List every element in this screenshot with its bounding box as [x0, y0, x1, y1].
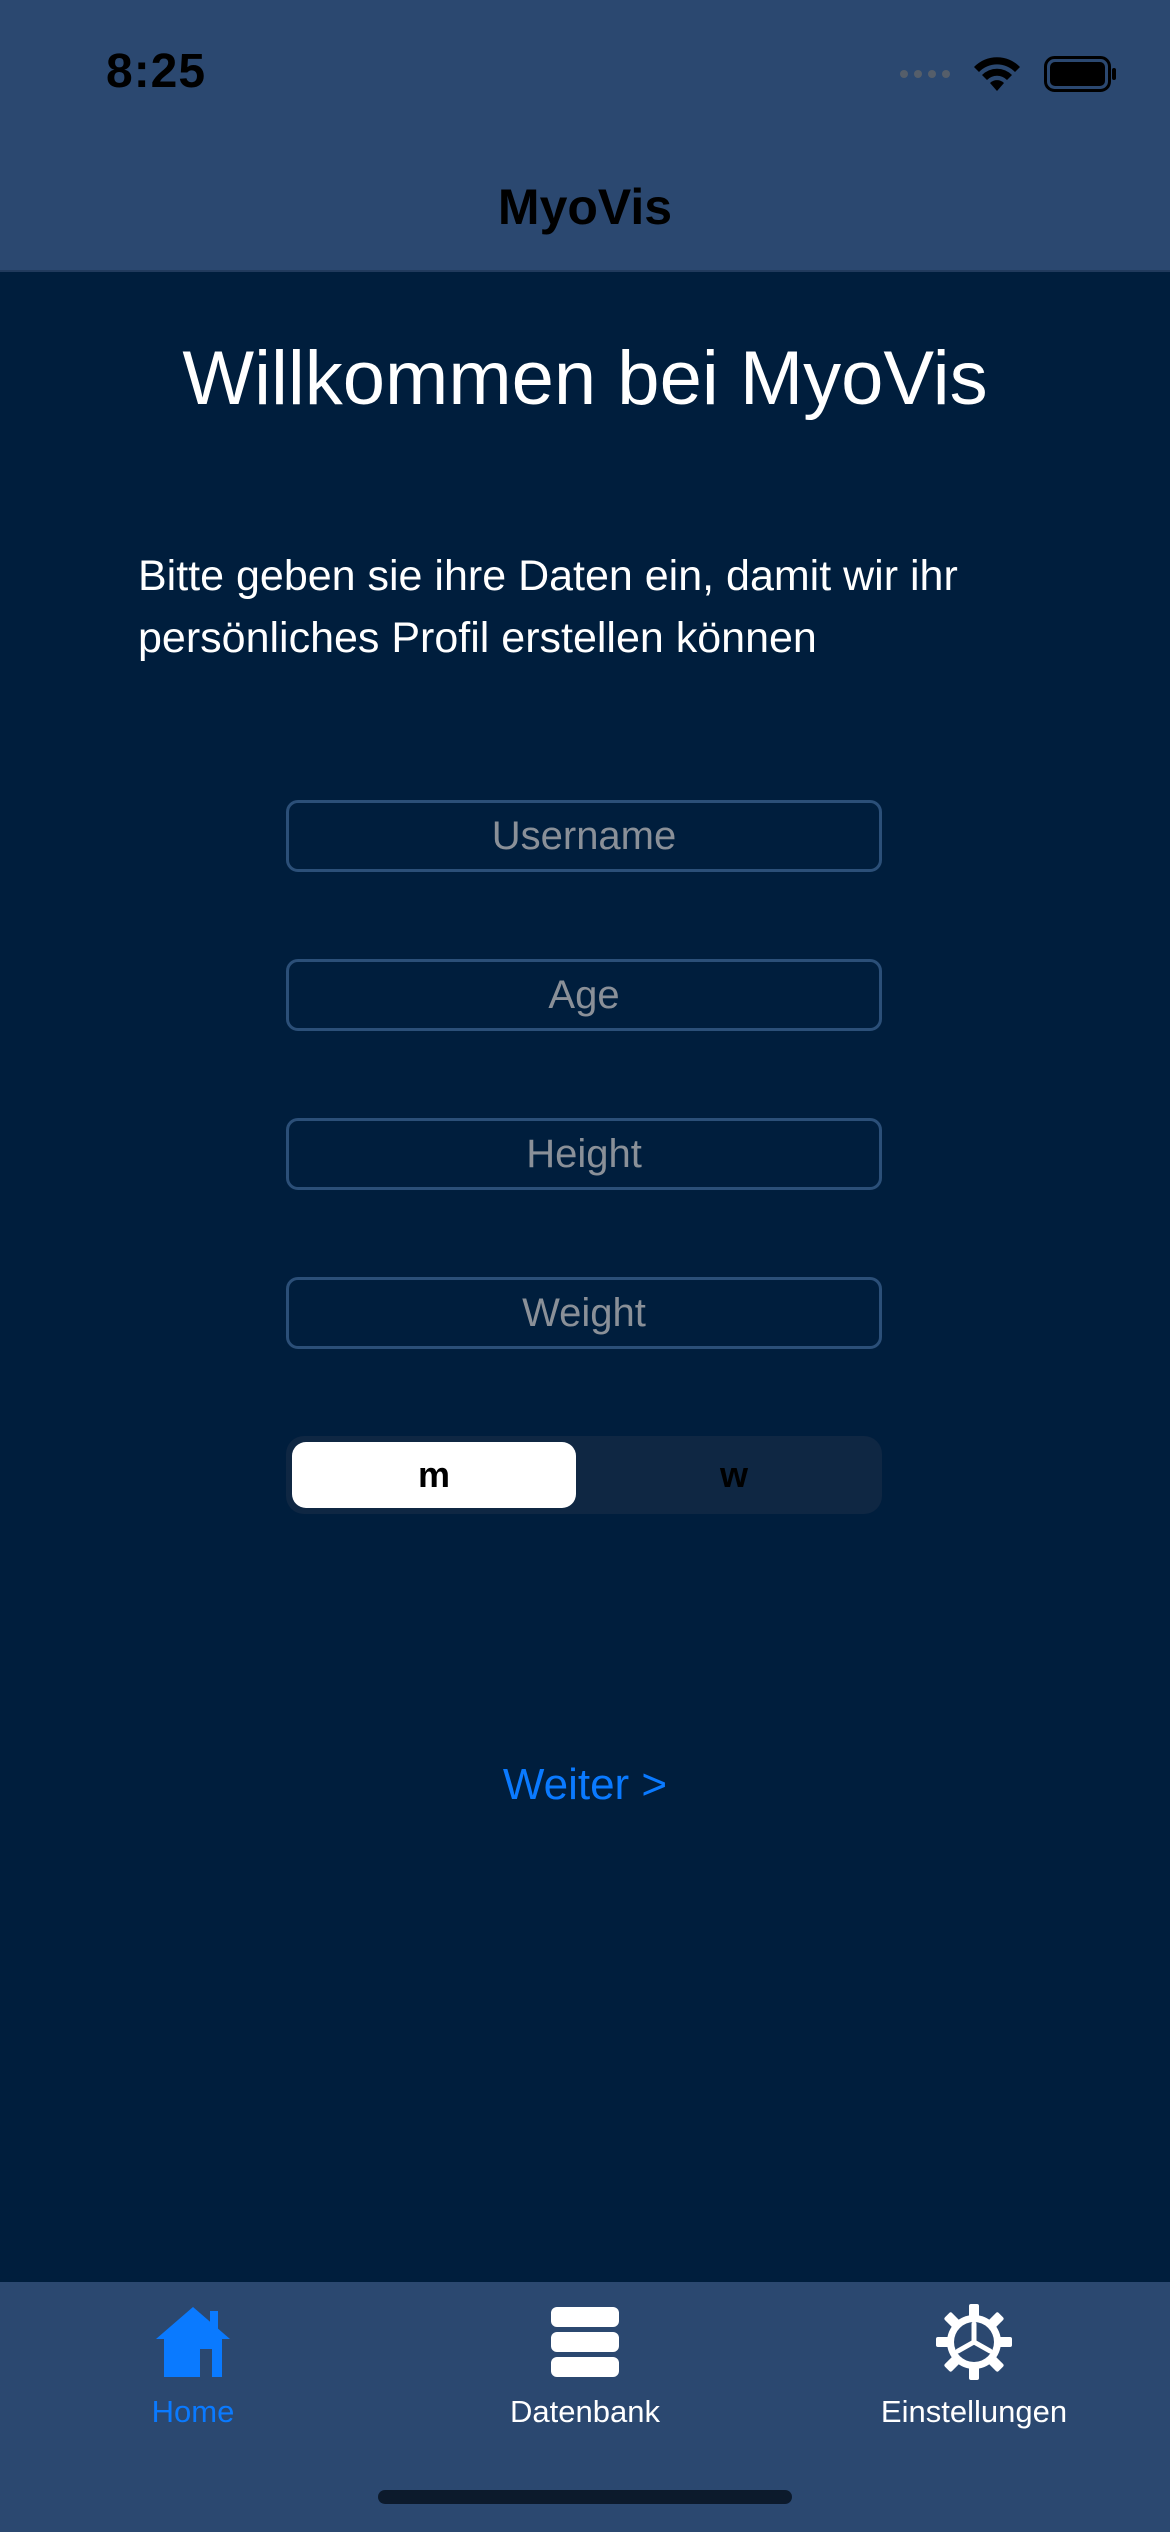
top-bar: 8:25 MyoVis: [0, 0, 1170, 272]
gender-option-m[interactable]: m: [292, 1442, 576, 1508]
age-field[interactable]: [286, 959, 882, 1031]
tab-home-label: Home: [151, 2394, 235, 2429]
tab-einstellungen[interactable]: Einstellungen: [824, 2302, 1124, 2430]
tab-datenbank-label: Datenbank: [510, 2394, 660, 2429]
database-icon: [551, 2302, 619, 2382]
intro-text: Bitte geben sie ihre Daten ein, damit wi…: [138, 552, 958, 662]
gender-option-w[interactable]: w: [592, 1442, 876, 1508]
gear-icon: [936, 2302, 1012, 2382]
gender-segmented-control: m w: [286, 1436, 882, 1514]
tab-datenbank[interactable]: Datenbank: [435, 2302, 735, 2430]
cellular-signal-icon: [900, 70, 950, 78]
weight-field[interactable]: [286, 1277, 882, 1349]
battery-icon: [1044, 56, 1116, 92]
username-field[interactable]: [286, 800, 882, 872]
nav-divider: [0, 270, 1170, 272]
welcome-heading: Willkommen bei MyoVis: [182, 336, 988, 421]
next-button[interactable]: Weiter >: [0, 1760, 1170, 1810]
home-icon: [154, 2302, 232, 2382]
tab-home[interactable]: Home: [43, 2302, 343, 2430]
status-time: 8:25: [106, 45, 207, 98]
height-field[interactable]: [286, 1118, 882, 1190]
home-indicator[interactable]: [378, 2490, 792, 2504]
app-screen: 8:25 MyoVis Willkommen bei MyoVis Bitte …: [0, 0, 1170, 2532]
tab-einstellungen-label: Einstellungen: [880, 2394, 1068, 2429]
nav-title: MyoVis: [497, 179, 673, 235]
wifi-icon: [974, 57, 1020, 91]
status-icons: [900, 54, 1118, 94]
